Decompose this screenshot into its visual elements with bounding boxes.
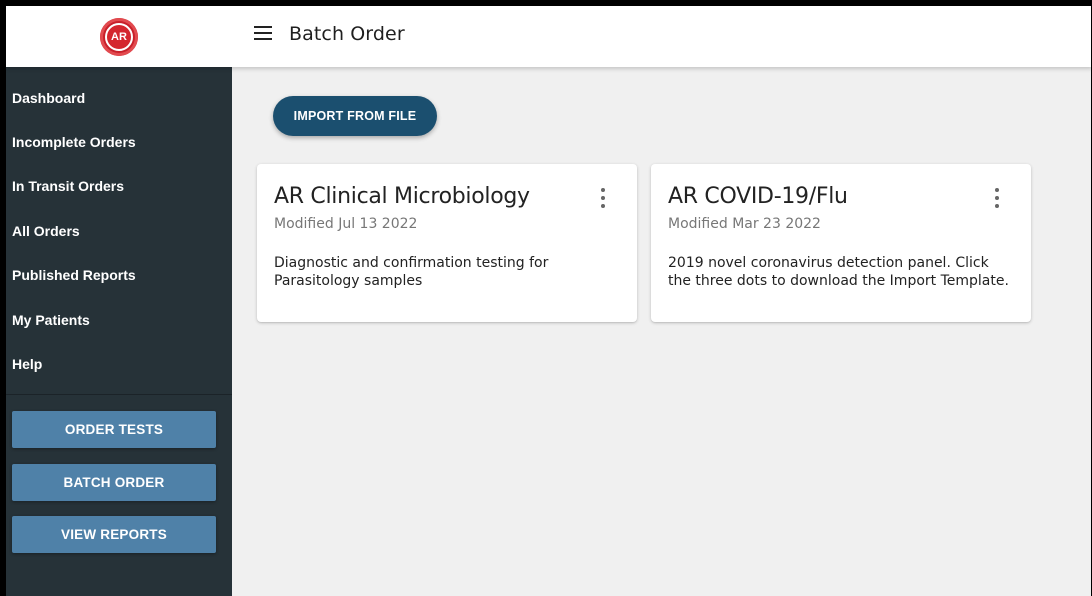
card-title: AR Clinical Microbiology <box>274 184 530 209</box>
sidebar-divider <box>6 394 232 395</box>
batch-order-button[interactable]: BATCH ORDER <box>12 464 216 501</box>
card-description: Diagnostic and confirmation testing for … <box>274 255 549 289</box>
sidebar-item-my-patients[interactable]: My Patients <box>12 312 90 328</box>
sidebar-item-all-orders[interactable]: All Orders <box>12 223 80 239</box>
card-modified-date: Modified Jul 13 2022 <box>274 216 418 232</box>
ar-logo: AR <box>100 17 138 56</box>
sidebar-item-incomplete-orders[interactable]: Incomplete Orders <box>12 134 136 150</box>
template-card-clinical-microbiology[interactable]: AR Clinical Microbiology Modified Jul 13… <box>257 164 637 322</box>
logo-text: AR <box>105 22 133 51</box>
hamburger-menu-icon[interactable] <box>254 26 272 40</box>
template-card-covid-flu[interactable]: AR COVID-19/Flu Modified Mar 23 2022 201… <box>651 164 1031 322</box>
card-title: AR COVID-19/Flu <box>668 184 848 209</box>
sidebar: Dashboard Incomplete Orders In Transit O… <box>6 67 232 596</box>
more-vertical-icon[interactable] <box>991 188 1003 208</box>
top-app-bar: AR Batch Order <box>6 6 1091 67</box>
card-description: 2019 novel coronavirus detection panel. … <box>668 255 1009 289</box>
app-window: AR Batch Order Dashboard Incomplete Orde… <box>0 0 1092 596</box>
logo-area[interactable]: AR <box>6 6 232 67</box>
import-from-file-button[interactable]: IMPORT FROM FILE <box>273 96 437 136</box>
sidebar-item-published-reports[interactable]: Published Reports <box>12 267 136 283</box>
sidebar-item-help[interactable]: Help <box>12 356 42 372</box>
sidebar-item-in-transit-orders[interactable]: In Transit Orders <box>12 178 124 194</box>
more-vertical-icon[interactable] <box>597 188 609 208</box>
view-reports-button[interactable]: VIEW REPORTS <box>12 516 216 553</box>
page-title: Batch Order <box>289 23 405 45</box>
card-modified-date: Modified Mar 23 2022 <box>668 216 821 232</box>
sidebar-item-dashboard[interactable]: Dashboard <box>12 90 85 106</box>
order-tests-button[interactable]: ORDER TESTS <box>12 411 216 448</box>
